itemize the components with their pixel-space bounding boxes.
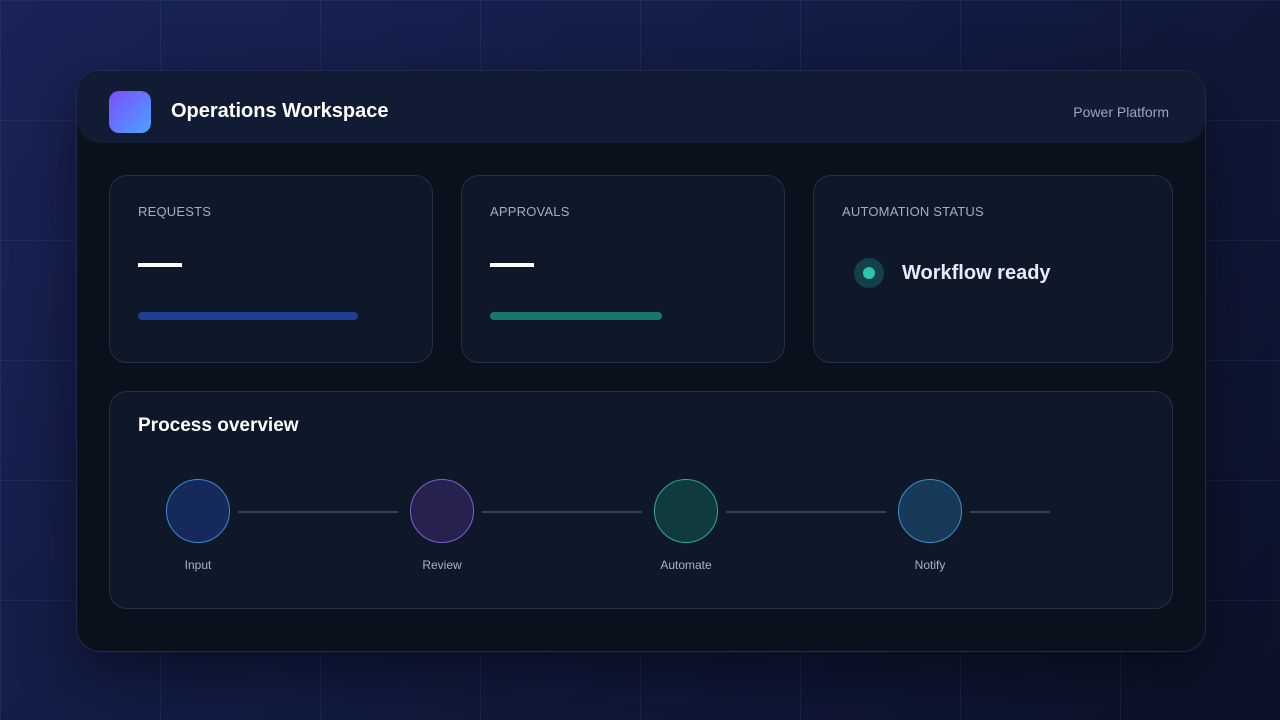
- process-overview-card: Process overview Input Review Automate N…: [109, 391, 1173, 609]
- requests-progress-bar: [138, 312, 358, 320]
- process-connector: [238, 511, 398, 513]
- approvals-card[interactable]: APPROVALS: [461, 175, 785, 363]
- requests-value-placeholder: [138, 263, 182, 267]
- process-step-review[interactable]: [410, 479, 476, 543]
- requests-card[interactable]: REQUESTS: [109, 175, 433, 363]
- step-review-label: Review: [422, 558, 462, 572]
- process-step-input[interactable]: [166, 479, 232, 543]
- process-overview-title: Process overview: [138, 415, 299, 436]
- app-logo-icon: [109, 91, 151, 133]
- automation-status-card[interactable]: AUTOMATION STATUS Workflow ready: [813, 175, 1173, 363]
- step-input-circle: [166, 479, 230, 543]
- status-indicator-icon: [854, 258, 884, 288]
- workflow-status-text: Workflow ready: [902, 262, 1051, 284]
- process-connector: [726, 511, 886, 513]
- status-indicator-dot: [863, 267, 875, 279]
- requests-label: REQUESTS: [138, 204, 212, 219]
- app-header: Operations Workspace Power Platform: [77, 71, 1205, 143]
- step-notify-label: Notify: [914, 558, 946, 572]
- step-automate-label: Automate: [660, 558, 712, 572]
- workspace-window: Operations Workspace Power Platform REQU…: [76, 70, 1206, 652]
- process-connector: [970, 511, 1050, 513]
- approvals-value-placeholder: [490, 263, 534, 267]
- step-automate-circle: [654, 479, 718, 543]
- step-notify-circle: [898, 479, 962, 543]
- app-title: Operations Workspace: [171, 100, 389, 122]
- step-review-circle: [410, 479, 474, 543]
- approvals-label: APPROVALS: [490, 204, 570, 219]
- requests-progress-fill: [138, 312, 358, 320]
- approvals-progress-bar: [490, 312, 710, 320]
- process-step-automate[interactable]: [654, 479, 720, 543]
- automation-status-label: AUTOMATION STATUS: [842, 204, 984, 219]
- process-step-notify[interactable]: [898, 479, 964, 543]
- step-input-label: Input: [184, 558, 212, 572]
- platform-label[interactable]: Power Platform: [1073, 104, 1169, 120]
- process-connector: [482, 511, 642, 513]
- approvals-progress-fill: [490, 312, 662, 320]
